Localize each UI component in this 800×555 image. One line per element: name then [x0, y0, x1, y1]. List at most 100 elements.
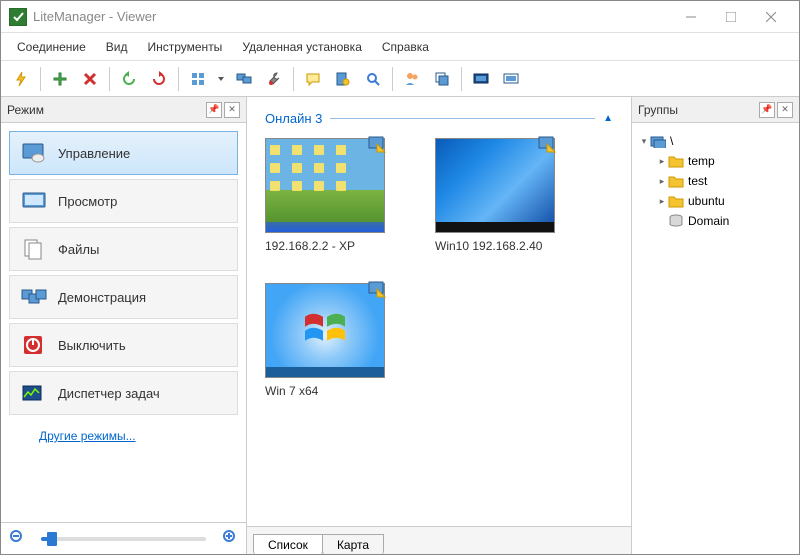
zoom-in-icon[interactable] — [222, 529, 238, 548]
maximize-button[interactable] — [711, 3, 751, 31]
tree-folder[interactable]: ▸ubuntu — [638, 191, 793, 211]
menu-view[interactable]: Вид — [96, 36, 138, 58]
host-card[interactable]: Win10 192.168.2.40 — [435, 138, 565, 253]
close-panel-icon[interactable]: ✕ — [224, 102, 240, 118]
remote-view1-icon[interactable] — [467, 65, 495, 93]
toolbar — [1, 61, 799, 97]
tab-Список[interactable]: Список — [253, 534, 323, 554]
folder-icon — [668, 174, 684, 188]
mode-label: Демонстрация — [58, 290, 146, 305]
tree-label: \ — [670, 134, 673, 148]
window-cascade-icon[interactable] — [428, 65, 456, 93]
host-label: 192.168.2.2 - XP — [265, 239, 355, 253]
close-button[interactable] — [751, 3, 791, 31]
menubar: Соединение Вид Инструменты Удаленная уст… — [1, 33, 799, 61]
chat-icon[interactable] — [299, 65, 327, 93]
host-label: Win 7 x64 — [265, 384, 318, 398]
host-badge-icon — [367, 281, 387, 299]
wrench-icon[interactable] — [260, 65, 288, 93]
tree-label: Domain — [688, 214, 729, 228]
toolbar-separator — [178, 67, 179, 91]
toolbar-separator — [40, 67, 41, 91]
toolbar-separator — [392, 67, 393, 91]
group-divider — [330, 118, 595, 119]
modes-header-title: Режим — [7, 103, 204, 117]
window-controls — [671, 3, 791, 31]
grid-icon[interactable] — [184, 65, 212, 93]
modes-header: Режим 📌 ✕ — [1, 97, 246, 123]
zoom-slider[interactable] — [41, 537, 206, 541]
refresh-left-icon[interactable] — [115, 65, 143, 93]
center-tabs: СписокКарта — [247, 526, 631, 554]
app-window: LiteManager - Viewer Соединение Вид Инст… — [0, 0, 800, 555]
view-icon — [20, 189, 48, 213]
host-card[interactable]: Win 7 x64 — [265, 283, 395, 398]
host-label: Win10 192.168.2.40 — [435, 239, 542, 253]
center-pane: Онлайн 3 ▲ 192.168.2.2 - XP Win10 192.168… — [247, 97, 631, 554]
app-icon — [9, 8, 27, 26]
menu-connection[interactable]: Соединение — [7, 36, 96, 58]
host-badge-icon — [537, 136, 557, 154]
lightning-icon[interactable] — [7, 65, 35, 93]
shutdown-icon — [20, 333, 48, 357]
tree-folder[interactable]: ▸test — [638, 171, 793, 191]
mode-item-files[interactable]: Файлы — [9, 227, 238, 271]
files-icon — [20, 237, 48, 261]
audit-icon[interactable] — [329, 65, 357, 93]
close-panel-icon[interactable]: ✕ — [777, 102, 793, 118]
online-group-label: Онлайн 3 — [265, 111, 322, 126]
multi-monitor-icon[interactable] — [230, 65, 258, 93]
mode-list[interactable]: Управление Просмотр Файлы Демонстрация Выклю… — [1, 123, 246, 522]
sidebar-groups: Группы 📌 ✕ ▾\▸temp▸test▸ubuntu Domain — [631, 97, 799, 554]
thumbs-grid: 192.168.2.2 - XP Win10 192.168.2.40 Win 7 … — [265, 138, 613, 398]
online-group-header[interactable]: Онлайн 3 ▲ — [265, 111, 613, 126]
minimize-button[interactable] — [671, 3, 711, 31]
mode-item-view[interactable]: Просмотр — [9, 179, 238, 223]
mode-label: Просмотр — [58, 194, 117, 209]
zoom-footer — [1, 522, 246, 554]
mode-item-shutdown[interactable]: Выключить — [9, 323, 238, 367]
groups-header-title: Группы — [638, 103, 757, 117]
tree-root[interactable]: ▾\ — [638, 131, 793, 151]
plus-icon[interactable] — [46, 65, 74, 93]
taskmgr-icon — [20, 381, 48, 405]
remote-view2-icon[interactable] — [497, 65, 525, 93]
host-thumbnails[interactable]: Онлайн 3 ▲ 192.168.2.2 - XP Win10 192.168… — [247, 97, 631, 526]
tree-domain[interactable]: Domain — [638, 211, 793, 231]
groups-header: Группы 📌 ✕ — [632, 97, 799, 123]
mode-item-control[interactable]: Управление — [9, 131, 238, 175]
toolbar-separator — [109, 67, 110, 91]
zoom-out-icon[interactable] — [9, 529, 25, 548]
more-modes-link[interactable]: Другие режимы... — [39, 429, 136, 443]
pin-icon[interactable]: 📌 — [206, 102, 222, 118]
host-card[interactable]: 192.168.2.2 - XP — [265, 138, 395, 253]
mode-label: Диспетчер задач — [58, 386, 160, 401]
x-icon[interactable] — [76, 65, 104, 93]
mode-item-demo[interactable]: Демонстрация — [9, 275, 238, 319]
mode-label: Выключить — [58, 338, 126, 353]
pin-icon[interactable]: 📌 — [759, 102, 775, 118]
sidebar-modes: Режим 📌 ✕ Управление Просмотр Файлы Демонст… — [1, 97, 247, 554]
demo-icon — [20, 285, 48, 309]
toolbar-separator — [293, 67, 294, 91]
menu-remoteinstall[interactable]: Удаленная установка — [232, 36, 372, 58]
window-title: LiteManager - Viewer — [33, 9, 156, 24]
database-icon — [668, 214, 684, 228]
search-icon[interactable] — [359, 65, 387, 93]
refresh-right-icon[interactable] — [145, 65, 173, 93]
grid-dropdown-icon[interactable] — [214, 65, 228, 93]
folder-icon — [668, 194, 684, 208]
tree-label: test — [688, 174, 707, 188]
control-icon — [20, 141, 48, 165]
tree-label: ubuntu — [688, 194, 725, 208]
collapse-icon[interactable]: ▲ — [603, 113, 613, 124]
menu-help[interactable]: Справка — [372, 36, 439, 58]
menu-tools[interactable]: Инструменты — [137, 36, 232, 58]
groups-tree[interactable]: ▾\▸temp▸test▸ubuntu Domain — [632, 123, 799, 239]
mode-item-taskmgr[interactable]: Диспетчер задач — [9, 371, 238, 415]
folder-icon — [668, 154, 684, 168]
tree-folder[interactable]: ▸temp — [638, 151, 793, 171]
users-icon[interactable] — [398, 65, 426, 93]
tab-Карта[interactable]: Карта — [322, 534, 384, 554]
mode-label: Управление — [58, 146, 130, 161]
